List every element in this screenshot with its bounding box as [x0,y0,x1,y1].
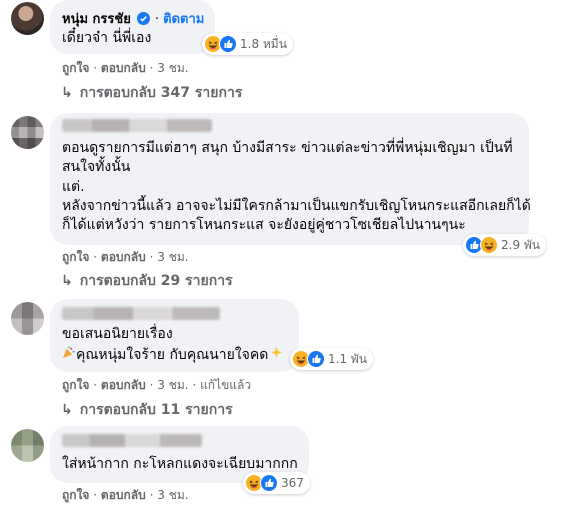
view-replies-link[interactable]: ↳ การตอบกลับ 347 รายการ [61,82,242,104]
like-icon [219,35,237,53]
like-button[interactable]: ถูกใจ [62,378,89,392]
separator: · [93,378,98,392]
comment-text-line: สนใจทั้งนั้น [62,159,131,175]
haha-icon [480,236,498,254]
sparkles-icon [270,346,284,365]
like-icon [260,474,278,492]
comment-text-line: หลังจากข่าวนี้แล้ว อาจจะไม่มีใครกล้ามาเป… [62,198,531,214]
party-popper-icon [62,346,76,365]
reply-arrow-icon: ↳ [61,273,73,289]
reaction-count: 1.8 หมื่น [240,36,287,51]
replies-count[interactable]: การตอบกลับ 11 รายการ [80,402,233,418]
separator: · [93,61,98,75]
follow-button[interactable]: ติดตาม [163,12,204,27]
reply-arrow-icon: ↳ [61,402,73,418]
comment-actions: ถูกใจ · ตอบกลับ · 3 ชม. · แก้ไขแล้ว [62,376,251,395]
comment-author[interactable] [62,434,202,447]
comment-author[interactable]: หนุ่ม กรรชัย · ติดตาม [62,8,204,29]
reaction-count: 1.1 พัน [328,351,368,366]
comment-author[interactable] [62,119,212,132]
reaction-summary[interactable]: 1.1 พัน [290,348,374,370]
reaction-count: 367 [281,476,304,490]
comment-text-line-2: คุณหนุ่มใจร้าย กับคุณนายใจคด [62,346,284,365]
comment-author[interactable] [62,307,220,320]
separator: · [93,250,98,264]
comment-text-line: ก็ได้แต่หวังว่า รายการโหนกระแส จะยังอยู่… [62,217,466,233]
like-icon [307,350,325,368]
comment-text-line: ตอนดูรายการมีแต่ฮาๆ สนุก บ้างมีสาระ ข่าว… [62,140,513,156]
reply-button[interactable]: ตอบกลับ [101,250,146,264]
comment-actions: ถูกใจ · ตอบกลับ · 3 ชม. [62,486,189,505]
separator: · [149,378,154,392]
separator: · [149,250,154,264]
like-button[interactable]: ถูกใจ [62,488,89,502]
avatar[interactable] [11,302,44,335]
avatar[interactable] [11,429,44,462]
separator: · [149,488,154,502]
comment-actions: ถูกใจ · ตอบกลับ · 3 ชม. [62,59,189,78]
reaction-summary[interactable]: 367 [243,472,310,494]
timestamp[interactable]: 3 ชม. [157,250,188,264]
avatar[interactable] [11,116,44,149]
verified-badge-icon [137,12,151,29]
comment-text: เดี๋ยวจ๋า นี่พี่เอง [62,30,152,46]
separator: · [192,378,197,392]
edited-label[interactable]: แก้ไขแล้ว [200,378,251,392]
separator: · [149,61,154,75]
comment-text-line: ขอเสนอนิยายเรื่อง [62,326,173,342]
reply-button[interactable]: ตอบกลับ [101,61,146,75]
timestamp[interactable]: 3 ชม. [157,488,188,502]
like-button[interactable]: ถูกใจ [62,250,89,264]
reaction-summary[interactable]: 2.9 พัน [463,234,547,256]
reply-button[interactable]: ตอบกลับ [101,488,146,502]
timestamp[interactable]: 3 ชม. [157,378,188,392]
reply-arrow-icon: ↳ [61,85,73,101]
comment-text-line: แต่. [62,179,85,195]
author-name[interactable]: หนุ่ม กรรชัย [62,12,131,27]
avatar[interactable] [11,2,44,35]
replies-count[interactable]: การตอบกลับ 29 รายการ [80,273,233,289]
timestamp[interactable]: 3 ชม. [157,61,188,75]
view-replies-link[interactable]: ↳ การตอบกลับ 11 รายการ [61,399,233,421]
replies-count[interactable]: การตอบกลับ 347 รายการ [80,85,243,101]
separator: · [93,488,98,502]
reaction-count: 2.9 พัน [501,237,541,252]
comment-text: คุณหนุ่มใจร้าย กับคุณนายใจคด [76,347,269,363]
reaction-summary[interactable]: 1.8 หมื่น [202,33,293,55]
reply-button[interactable]: ตอบกลับ [101,378,146,392]
like-button[interactable]: ถูกใจ [62,61,89,75]
view-replies-link[interactable]: ↳ การตอบกลับ 29 รายการ [61,270,233,292]
comment-actions: ถูกใจ · ตอบกลับ · 3 ชม. [62,248,189,267]
